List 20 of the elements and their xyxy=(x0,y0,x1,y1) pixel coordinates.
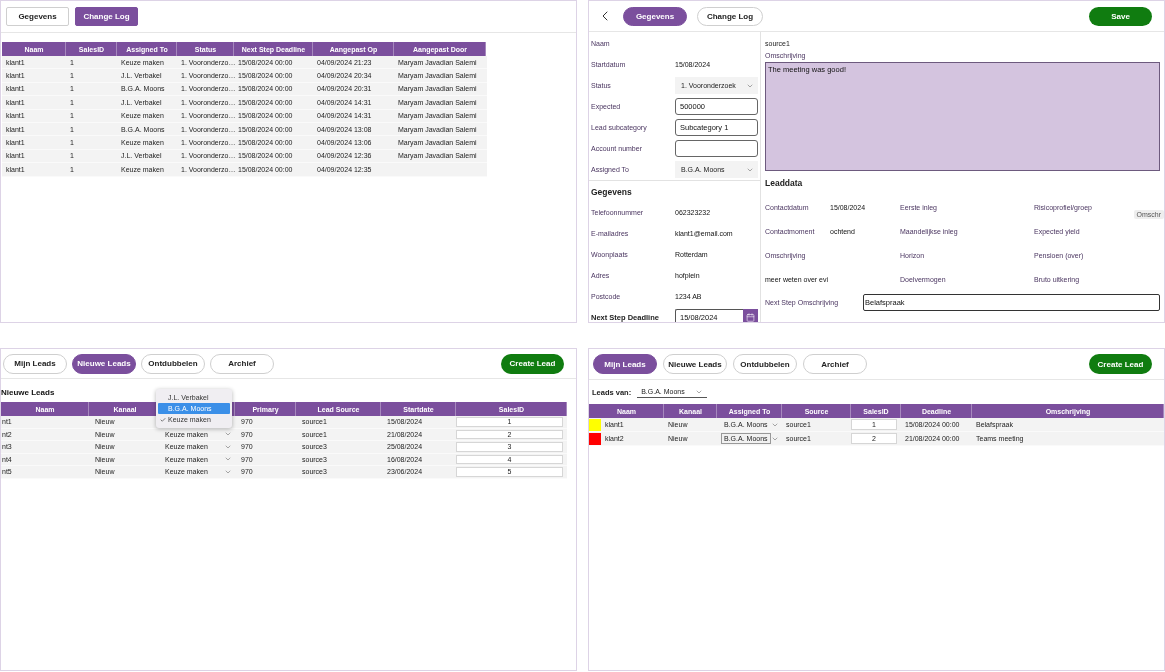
tab[interactable]: Mijn Leads xyxy=(3,353,67,374)
tab[interactable]: Archief xyxy=(210,353,274,374)
create-lead-button[interactable]: Create Lead xyxy=(1089,354,1152,374)
tab[interactable]: Mijn Leads xyxy=(593,354,657,374)
section-heading: Leaddata xyxy=(765,177,804,190)
tab[interactable]: Change Log xyxy=(75,7,138,26)
tab[interactable]: Nieuwe Leads xyxy=(72,353,136,374)
input-field[interactable] xyxy=(675,140,758,157)
section-title: Nieuwe Leads xyxy=(1,387,55,399)
create-lead-button[interactable]: Create Lead xyxy=(501,353,564,374)
calendar-button[interactable] xyxy=(743,309,758,322)
tab[interactable]: Gegevens xyxy=(6,7,69,26)
tab[interactable]: Archief xyxy=(803,354,867,374)
tab[interactable]: Nieuwe Leads xyxy=(663,354,727,374)
tab[interactable]: Ontdubbelen xyxy=(141,353,205,374)
tab[interactable]: Ontdubbelen xyxy=(733,354,797,374)
section-heading: Gegevens xyxy=(590,185,633,199)
save-button[interactable]: Save xyxy=(1089,6,1152,26)
tab[interactable]: Gegevens xyxy=(623,6,687,26)
tab[interactable]: Change Log xyxy=(697,6,763,26)
